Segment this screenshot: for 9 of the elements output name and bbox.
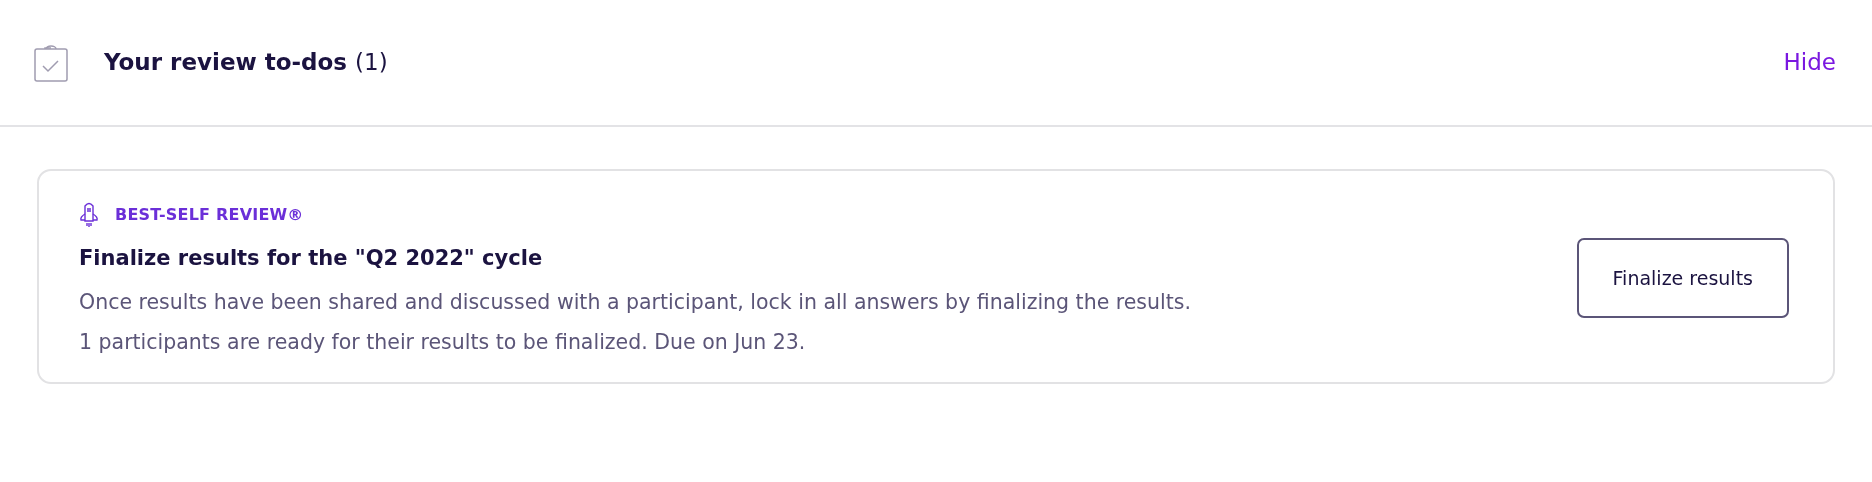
category-label: BEST-SELF REVIEW® (115, 204, 304, 226)
section-title: Your review to-dos (1) (104, 48, 388, 78)
todo-title: Finalize results for the "Q2 2022" cycle (79, 245, 544, 272)
todo-description: Once results have been shared and discussed with a participant, lock in all answers by finalizing the results. (79, 288, 1192, 316)
clipboard-check-icon (34, 43, 68, 82)
hide-link[interactable]: Hide (1783, 45, 1836, 80)
finalize-button[interactable]: Finalize results (1576, 238, 1789, 319)
todo-description: 1 participants are ready for their results to be finalized. Due on Jun 23. (79, 329, 807, 356)
rocket-icon (79, 201, 99, 229)
